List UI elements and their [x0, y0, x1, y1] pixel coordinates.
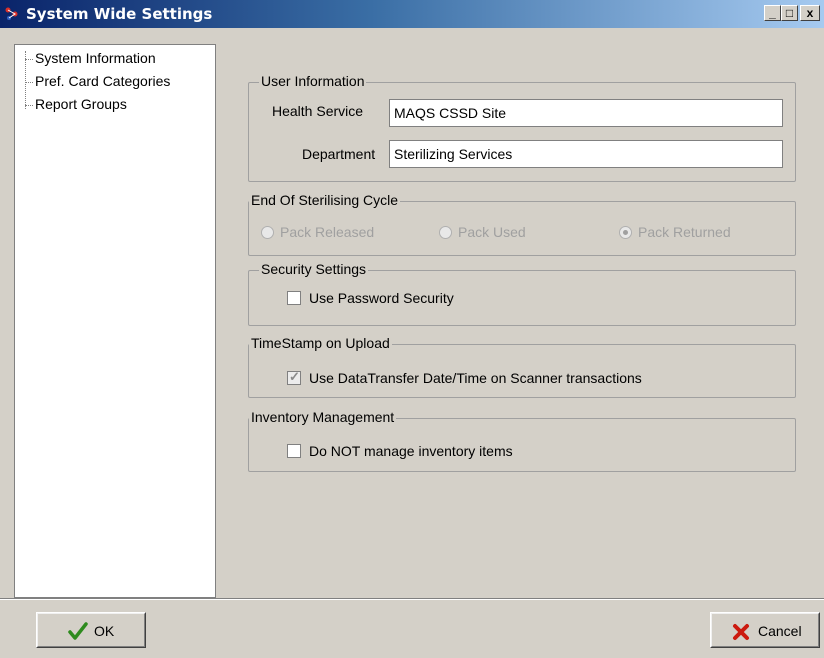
use-datatransfer-datetime-checkbox[interactable]: Use DataTransfer Date/Time on Scanner tr…: [287, 369, 642, 386]
radio-button-icon: [261, 226, 274, 239]
group-title: End Of Sterilising Cycle: [249, 192, 401, 208]
timestamp-on-upload-group: TimeStamp on Upload Use DataTransfer Dat…: [248, 335, 796, 398]
radio-label: Pack Used: [458, 224, 526, 240]
checkbox-icon: [287, 291, 301, 305]
tree-item-label: Report Groups: [35, 96, 127, 112]
ok-button-label: OK: [94, 623, 115, 639]
user-information-group: User Information Health Service MAQS CSS…: [248, 73, 796, 182]
checkbox-label: Do NOT manage inventory items: [309, 443, 513, 459]
minimize-button[interactable]: _: [764, 5, 781, 21]
radio-pack-used[interactable]: Pack Used: [439, 224, 526, 240]
tree-branch: [25, 82, 33, 83]
radio-button-selected-icon: [619, 226, 632, 239]
tree-item-label: System Information: [35, 50, 156, 66]
tree-item-report-groups[interactable]: Report Groups: [15, 95, 215, 115]
settings-tree[interactable]: System Information Pref. Card Categories…: [14, 44, 216, 598]
use-password-security-checkbox[interactable]: Use Password Security: [287, 290, 454, 306]
group-title: Inventory Management: [249, 409, 397, 425]
health-service-label: Health Service: [272, 103, 364, 119]
button-bevel: Cancel: [711, 613, 819, 647]
app-icon: [5, 7, 18, 20]
cancel-button[interactable]: Cancel: [710, 612, 820, 648]
radio-label: Pack Returned: [638, 224, 731, 240]
inventory-management-group: Inventory Management Do NOT manage inven…: [248, 409, 796, 472]
tree-branch: [25, 59, 33, 60]
close-x-icon: [733, 624, 749, 640]
radio-button-icon: [439, 226, 452, 239]
tree-item-system-information[interactable]: System Information: [15, 49, 215, 69]
health-service-field[interactable]: MAQS CSSD Site: [389, 99, 783, 127]
tree-item-label: Pref. Card Categories: [35, 73, 171, 89]
cancel-button-label: Cancel: [758, 623, 802, 639]
security-settings-group: Security Settings Use Password Security: [248, 261, 796, 326]
tree-branch: [25, 105, 33, 106]
department-field[interactable]: Sterilizing Services: [389, 140, 783, 168]
radio-pack-returned[interactable]: Pack Returned: [619, 224, 731, 240]
maximize-button[interactable]: □: [781, 5, 798, 21]
checkbox-icon: [287, 444, 301, 458]
checkbox-label: Use DataTransfer Date/Time on Scanner tr…: [309, 370, 642, 386]
end-of-sterilising-cycle-group: End Of Sterilising Cycle Pack Released P…: [248, 192, 796, 256]
checkmark-icon: [68, 622, 88, 640]
group-title: Security Settings: [259, 261, 369, 277]
title-bar: System Wide Settings _ □ x: [0, 0, 824, 28]
group-title: TimeStamp on Upload: [249, 335, 392, 351]
radio-pack-released[interactable]: Pack Released: [261, 224, 374, 240]
group-title: User Information: [259, 73, 367, 89]
do-not-manage-inventory-checkbox[interactable]: Do NOT manage inventory items: [287, 443, 513, 459]
tree-item-pref-card-categories[interactable]: Pref. Card Categories: [15, 72, 215, 92]
close-button[interactable]: x: [800, 5, 820, 21]
department-label: Department: [302, 146, 376, 162]
button-bevel: OK: [37, 613, 145, 647]
footer-divider: [0, 598, 824, 600]
ok-button[interactable]: OK: [36, 612, 146, 648]
checkbox-label: Use Password Security: [309, 290, 454, 306]
radio-label: Pack Released: [280, 224, 375, 240]
checkbox-checked-icon: [287, 369, 301, 385]
window-title: System Wide Settings: [26, 5, 213, 23]
